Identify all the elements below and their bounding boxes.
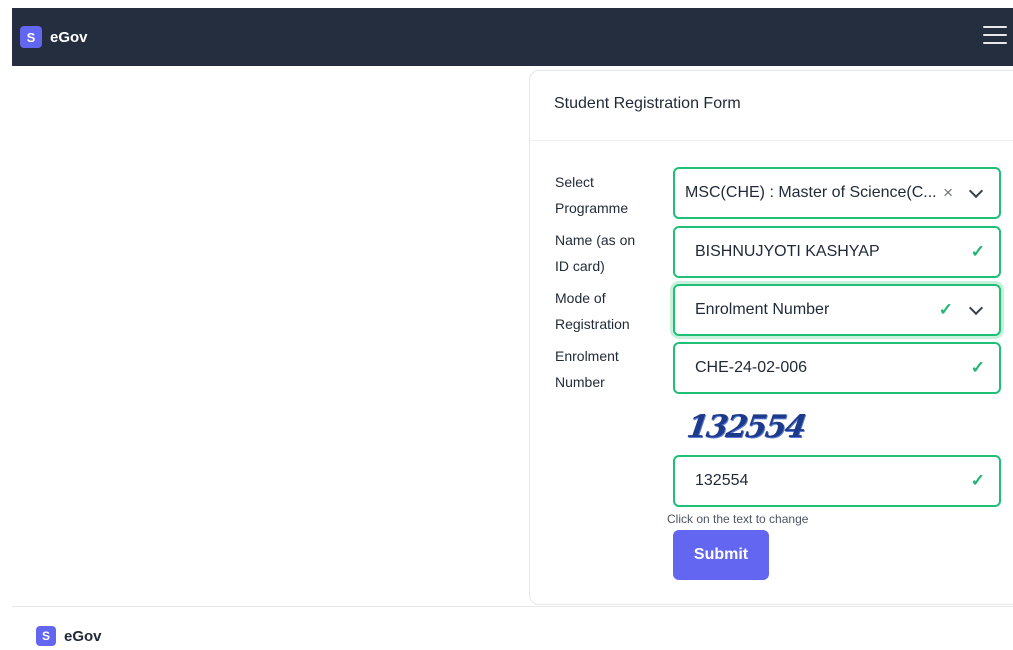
captcha-value: 132554: [695, 472, 749, 489]
name-label: Name (as on ID card): [555, 232, 636, 274]
clear-selection-icon[interactable]: ×: [943, 183, 953, 203]
mode-value: Enrolment Number: [695, 301, 830, 318]
programme-label: Select Programme: [555, 174, 629, 216]
name-value: BISHNUJYOTI KASHYAP: [695, 243, 880, 260]
enrolment-value: CHE-24-02-006: [695, 359, 808, 376]
submit-button[interactable]: Submit: [673, 530, 769, 580]
brand-name: eGov: [50, 28, 88, 46]
chevron-down-icon[interactable]: [968, 183, 984, 199]
chevron-down-icon[interactable]: [968, 300, 984, 316]
captcha-input[interactable]: 132554 ✓: [673, 455, 1001, 507]
top-navbar: S eGov: [12, 8, 1013, 66]
logo-icon: S: [20, 26, 42, 48]
mode-select[interactable]: Enrolment Number ✓: [673, 284, 1001, 336]
checkmark-icon: ✓: [970, 471, 985, 490]
enrolment-input[interactable]: CHE-24-02-006 ✓: [673, 342, 1001, 394]
registration-card: Student Registration Form Select Program…: [529, 70, 1013, 605]
mode-label: Mode of Registration: [555, 290, 630, 332]
logo-icon: S: [36, 626, 56, 646]
programme-select[interactable]: MSC(CHE) : Master of Science(C... ×: [673, 167, 1001, 219]
footer-divider: [12, 606, 1013, 607]
programme-value: MSC(CHE) : Master of Science(C...: [685, 184, 937, 201]
checkmark-icon: ✓: [970, 242, 985, 261]
name-input[interactable]: BISHNUJYOTI KASHYAP ✓: [673, 226, 1001, 278]
footer-brand[interactable]: S eGov: [36, 626, 102, 646]
checkmark-icon: ✓: [938, 300, 953, 319]
captcha-hint: Click on the text to change: [667, 512, 809, 526]
captcha-image[interactable]: 132554: [684, 409, 806, 445]
page: S eGov Student Registration Form Select …: [0, 0, 1013, 650]
brand-logo-link[interactable]: S eGov: [20, 26, 88, 48]
hamburger-menu-icon[interactable]: [983, 24, 1007, 46]
enrolment-label: Enrolment Number: [555, 348, 619, 390]
checkmark-icon: ✓: [970, 358, 985, 377]
footer-brand-name: eGov: [64, 627, 102, 645]
form-title: Student Registration Form: [530, 71, 1013, 141]
